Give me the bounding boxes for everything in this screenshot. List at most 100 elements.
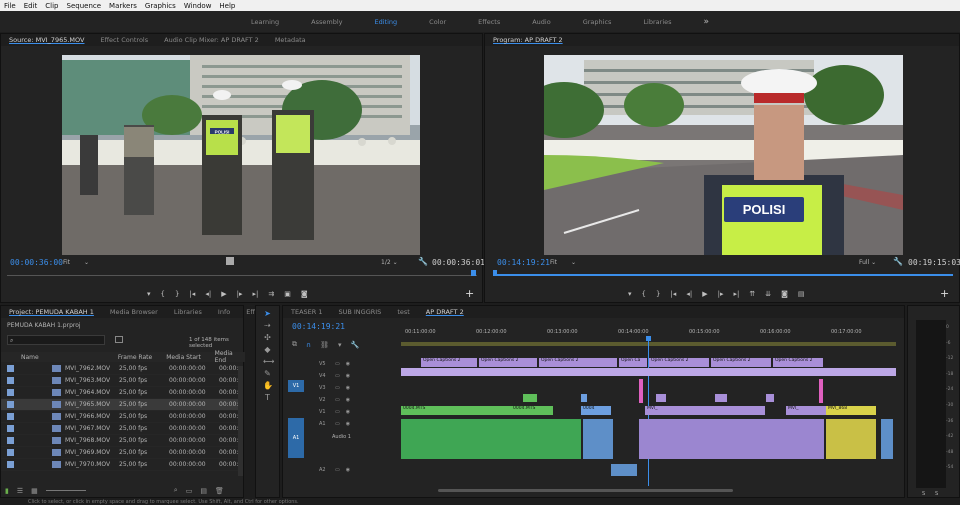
list-view-icon[interactable]: ☰ bbox=[17, 487, 23, 495]
project-list-item[interactable]: MVI_7967.MOV 25,00 fps 00:00:00:00 00:00: bbox=[1, 423, 239, 435]
track-header[interactable]: V2 ▭ ◉ bbox=[283, 394, 350, 406]
program-camera-icon[interactable]: ◙ bbox=[781, 290, 788, 298]
project-list-item[interactable]: MVI_7970.MOV 25,00 fps 00:00:00:00 00:00: bbox=[1, 459, 239, 471]
tab-info[interactable]: Info bbox=[210, 308, 238, 316]
program-go-to-out-icon[interactable]: ▸| bbox=[733, 290, 739, 298]
menu-markers[interactable]: Markers bbox=[105, 2, 141, 10]
tab-project[interactable]: Project: PEMUDA KABAH 1 bbox=[1, 308, 102, 316]
tab-media-browser[interactable]: Media Browser bbox=[102, 308, 166, 316]
go-to-in-icon[interactable]: |◂ bbox=[189, 290, 195, 298]
track-select-icon[interactable]: ⇢ bbox=[263, 321, 272, 330]
label-color-swatch[interactable] bbox=[7, 413, 14, 420]
program-video-frame[interactable]: POLISI bbox=[544, 55, 903, 255]
wrench-icon[interactable]: 🔧 bbox=[418, 257, 428, 266]
lock-icon[interactable]: ▮ bbox=[5, 487, 9, 495]
timeline-timecode[interactable]: 00:14:19:21 bbox=[292, 322, 345, 331]
tab-teaser[interactable]: TEASER 1 bbox=[283, 308, 330, 316]
mark-in-icon[interactable]: { bbox=[161, 290, 165, 298]
audio-clip-a1[interactable] bbox=[826, 419, 876, 459]
label-color-swatch[interactable] bbox=[7, 437, 14, 444]
program-mark-in-icon[interactable]: { bbox=[642, 290, 646, 298]
caption-clip[interactable]: Open Captions 2 bbox=[539, 358, 617, 367]
new-bin-icon[interactable] bbox=[115, 336, 123, 343]
camera-icon[interactable]: ◙ bbox=[301, 290, 308, 298]
overwrite-icon[interactable]: ▣ bbox=[284, 290, 291, 298]
tab-metadata[interactable]: Metadata bbox=[267, 36, 314, 44]
icon-view-icon[interactable]: ▦ bbox=[31, 487, 38, 495]
toggle-output-icon[interactable]: ◉ bbox=[346, 397, 350, 403]
video-clip-v1[interactable]: 0004.MTS bbox=[401, 406, 511, 415]
workspace-color[interactable]: Color bbox=[413, 18, 462, 26]
step-back-icon[interactable]: ◂| bbox=[205, 290, 211, 298]
source-patch-v1[interactable]: V1 bbox=[288, 380, 304, 392]
source-patch-a1[interactable]: A1 bbox=[288, 418, 304, 458]
slip-icon[interactable]: ⟷ bbox=[263, 357, 274, 366]
source-resolution-dropdown[interactable]: 1/2 ⌄ bbox=[381, 259, 398, 266]
program-resolution-dropdown[interactable]: Full ⌄ bbox=[859, 259, 876, 266]
trash-icon[interactable]: 🗑 bbox=[215, 487, 224, 495]
hand-icon[interactable]: ✋ bbox=[263, 381, 273, 390]
label-color-swatch[interactable] bbox=[7, 389, 14, 396]
add-marker-icon[interactable]: ▾ bbox=[147, 290, 151, 298]
toggle-output-icon[interactable]: ◉ bbox=[346, 373, 350, 379]
extract-icon[interactable]: ⇊ bbox=[765, 290, 771, 298]
project-list-item[interactable]: MVI_7965.MOV 25,00 fps 00:00:00:00 00:00: bbox=[1, 399, 239, 411]
label-color-swatch[interactable] bbox=[7, 365, 14, 372]
ripple-edit-icon[interactable]: ✣ bbox=[263, 333, 272, 342]
timeline-scroll-bar[interactable] bbox=[438, 489, 733, 492]
toggle-sync-lock-icon[interactable]: ▭ bbox=[335, 361, 340, 367]
menu-clip[interactable]: Clip bbox=[41, 2, 62, 10]
project-list-item[interactable]: MVI_7962.MOV 25,00 fps 00:00:00:00 00:00: bbox=[1, 363, 239, 375]
menu-file[interactable]: File bbox=[0, 2, 20, 10]
tab-program[interactable]: Program: AP DRAFT 2 bbox=[485, 36, 571, 44]
program-step-forward-icon[interactable]: |▸ bbox=[718, 290, 724, 298]
go-to-out-icon[interactable]: ▸| bbox=[252, 290, 258, 298]
program-add-button-icon[interactable]: + bbox=[940, 287, 949, 300]
tab-test[interactable]: test bbox=[389, 308, 417, 316]
video-clip-v1[interactable]: MVI_ bbox=[645, 406, 765, 415]
tab-ap-draft[interactable]: AP DRAFT 2 bbox=[418, 308, 472, 316]
project-search-input[interactable]: ⌕ bbox=[7, 335, 105, 345]
tab-source[interactable]: Source: MVI_7965.MOV bbox=[1, 36, 92, 44]
project-list-item[interactable]: MVI_7964.MOV 25,00 fps 00:00:00:00 00:00: bbox=[1, 387, 239, 399]
workspace-libraries[interactable]: Libraries bbox=[627, 18, 687, 26]
new-bin-footer-icon[interactable]: ▭ bbox=[186, 487, 193, 495]
project-list-item[interactable]: MVI_7969.MOV 25,00 fps 00:00:00:00 00:00: bbox=[1, 447, 239, 459]
menu-edit[interactable]: Edit bbox=[20, 2, 42, 10]
razor-icon[interactable]: ◆ bbox=[263, 345, 272, 354]
toggle-sync-lock-icon[interactable]: ▭ bbox=[335, 421, 340, 427]
label-color-swatch[interactable] bbox=[7, 425, 14, 432]
audio-clip-a1[interactable] bbox=[639, 419, 824, 459]
menu-window[interactable]: Window bbox=[180, 2, 216, 10]
track-header[interactable]: V1 ▭ ◉ bbox=[283, 406, 350, 418]
program-wrench-icon[interactable]: 🔧 bbox=[893, 257, 903, 266]
program-go-to-in-icon[interactable]: |◂ bbox=[670, 290, 676, 298]
workspace-learning[interactable]: Learning bbox=[235, 18, 295, 26]
column-media-end[interactable]: Media End bbox=[215, 350, 245, 364]
caption-clip[interactable]: Open Ca bbox=[619, 358, 647, 367]
column-media-start[interactable]: Media Start bbox=[166, 354, 214, 361]
video-clip-v2[interactable] bbox=[581, 394, 587, 402]
lift-icon[interactable]: ⇈ bbox=[749, 290, 755, 298]
insert-icon[interactable]: ⇉ bbox=[268, 290, 274, 298]
tab-effect-controls[interactable]: Effect Controls bbox=[92, 36, 156, 44]
program-timecode[interactable]: 00:14:19:21 bbox=[497, 258, 550, 267]
audio-clip-a1[interactable] bbox=[401, 419, 581, 459]
column-name[interactable]: Name bbox=[21, 354, 118, 361]
label-color-swatch[interactable] bbox=[7, 449, 14, 456]
pen-icon[interactable]: ✎ bbox=[263, 369, 272, 378]
marker-icon[interactable] bbox=[226, 257, 234, 265]
program-playhead[interactable] bbox=[493, 270, 497, 276]
video-clip-v1[interactable]: MVI_868 bbox=[826, 406, 876, 415]
marker-clip[interactable] bbox=[819, 379, 823, 403]
program-fit-dropdown[interactable]: Fit ⌄ bbox=[550, 259, 576, 266]
caption-subtitle-lane[interactable] bbox=[401, 368, 896, 376]
workspace-audio[interactable]: Audio bbox=[516, 18, 566, 26]
mark-out-icon[interactable]: } bbox=[175, 290, 179, 298]
find-icon[interactable]: ⌕ bbox=[174, 486, 178, 495]
solo-left[interactable]: S bbox=[922, 491, 925, 497]
toggle-output-icon[interactable]: ◉ bbox=[346, 385, 350, 391]
selection-tool-icon[interactable]: ➤ bbox=[263, 309, 272, 318]
caption-clip[interactable]: Open Captions 2 bbox=[711, 358, 771, 367]
program-add-marker-icon[interactable]: ▾ bbox=[628, 290, 632, 298]
